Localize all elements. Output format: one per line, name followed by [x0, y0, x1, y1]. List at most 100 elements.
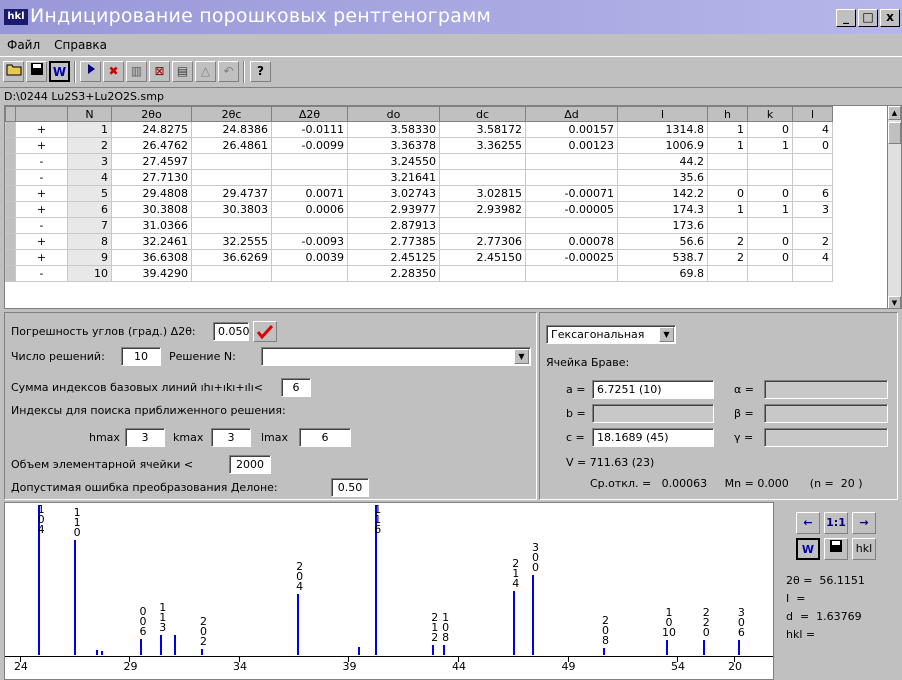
- row-header[interactable]: [5, 265, 16, 282]
- menu-file[interactable]: Файл: [0, 38, 47, 52]
- cell-h[interactable]: [707, 153, 748, 170]
- cell-l[interactable]: [792, 153, 833, 170]
- col-header-intensity[interactable]: I: [617, 106, 708, 122]
- peak-line[interactable]: [159, 635, 162, 655]
- cell-sign[interactable]: +: [15, 185, 68, 202]
- cell-l[interactable]: [792, 265, 833, 282]
- error-input[interactable]: 0.050: [213, 322, 250, 341]
- cell-n[interactable]: 8: [67, 233, 112, 250]
- row-header[interactable]: [5, 153, 16, 170]
- save-disk-icon[interactable]: [26, 61, 47, 82]
- col-header-k[interactable]: k: [747, 106, 793, 122]
- cell-l[interactable]: 2: [792, 233, 833, 250]
- cell-d-calc[interactable]: [439, 265, 526, 282]
- word-export-icon[interactable]: W: [49, 61, 70, 82]
- menu-help[interactable]: Справка: [47, 38, 114, 52]
- row-header[interactable]: [5, 137, 16, 154]
- close-button[interactable]: x: [880, 9, 900, 27]
- cell-d-calc[interactable]: 2.77306: [439, 233, 526, 250]
- cell-d-obs[interactable]: 3.36378: [347, 137, 440, 154]
- cell-delta-two-theta[interactable]: -0.0099: [271, 137, 348, 154]
- cell-l[interactable]: 0: [792, 137, 833, 154]
- cell-delta-two-theta[interactable]: [271, 169, 348, 186]
- cell-delta-two-theta[interactable]: 0.0006: [271, 201, 348, 218]
- table-row[interactable]: -7 31.0366 2.87913 173.6: [5, 217, 833, 234]
- table-row[interactable]: -3 27.4597 3.24550 44.2: [5, 153, 833, 170]
- reflections-table[interactable]: N 2θo 2θc Δ2θ do dc Δd Ih k l +1 24.8275 24.8386 -0.…: [4, 105, 902, 309]
- col-header-h[interactable]: h: [707, 106, 748, 122]
- cell-delta-two-theta[interactable]: 0.0071: [271, 185, 348, 202]
- a-value[interactable]: 6.7251 (10): [592, 380, 714, 399]
- cell-d-calc[interactable]: [439, 153, 526, 170]
- cell-delta-two-theta[interactable]: [271, 153, 348, 170]
- cell-delta-d[interactable]: [525, 169, 618, 186]
- cell-delta-d[interactable]: [525, 153, 618, 170]
- cell-d-obs[interactable]: 2.77385: [347, 233, 440, 250]
- col-header-two-theta-obs[interactable]: 2θo: [111, 106, 192, 122]
- solutions-count-input[interactable]: 10: [121, 347, 161, 366]
- cell-sign[interactable]: +: [15, 137, 68, 154]
- cell-l[interactable]: 6: [792, 185, 833, 202]
- cell-d-obs[interactable]: 2.45125: [347, 249, 440, 266]
- cell-intensity[interactable]: 56.6: [617, 233, 708, 250]
- volume-input[interactable]: 2000: [229, 455, 271, 474]
- cell-h[interactable]: [707, 169, 748, 186]
- peak-line[interactable]: [95, 649, 98, 655]
- cell-delta-d[interactable]: -0.00071: [525, 185, 618, 202]
- arrow-left-icon[interactable]: ←: [796, 512, 820, 534]
- cell-h[interactable]: [707, 265, 748, 282]
- cell-k[interactable]: 1: [747, 137, 793, 154]
- peak-line[interactable]: [296, 593, 299, 655]
- table-row[interactable]: -4 27.7130 3.21641 35.6: [5, 169, 833, 186]
- peak-line[interactable]: [431, 644, 434, 655]
- cell-h[interactable]: 2: [707, 249, 748, 266]
- hmax-input[interactable]: 3: [125, 428, 165, 447]
- col-header-d-obs[interactable]: do: [347, 106, 440, 122]
- cell-delta-two-theta[interactable]: -0.0093: [271, 233, 348, 250]
- cell-delta-d[interactable]: [525, 217, 618, 234]
- peak-line[interactable]: [357, 647, 360, 655]
- cell-intensity[interactable]: 69.8: [617, 265, 708, 282]
- cell-k[interactable]: [747, 265, 793, 282]
- row-header[interactable]: [5, 169, 16, 186]
- lmax-input[interactable]: 6: [299, 428, 351, 447]
- row-header[interactable]: [5, 201, 16, 218]
- cell-two-theta-calc[interactable]: 36.6269: [191, 249, 272, 266]
- cell-d-obs[interactable]: 3.02743: [347, 185, 440, 202]
- run-icon[interactable]: [80, 61, 101, 82]
- cell-delta-d[interactable]: 0.00157: [525, 121, 618, 138]
- cell-sign[interactable]: -: [15, 217, 68, 234]
- cell-sign[interactable]: +: [15, 201, 68, 218]
- scroll-up-icon[interactable]: ▲: [888, 106, 901, 120]
- triangle-icon[interactable]: △: [195, 61, 216, 82]
- minimize-button[interactable]: _: [836, 9, 856, 27]
- title-bar[interactable]: hkl Индицирование порошковых рентгеногра…: [0, 0, 902, 34]
- cell-l[interactable]: 3: [792, 201, 833, 218]
- cell-two-theta-obs[interactable]: 27.4597: [111, 153, 192, 170]
- peak-line[interactable]: [512, 591, 515, 655]
- col-header-d-calc[interactable]: dc: [439, 106, 526, 122]
- table-row[interactable]: +8 32.2461 32.2555 -0.0093 2.77385 2.77306 0.0…: [5, 233, 833, 250]
- cell-two-theta-calc[interactable]: 30.3803: [191, 201, 272, 218]
- cell-delta-d[interactable]: -0.00025: [525, 249, 618, 266]
- cell-two-theta-obs[interactable]: 39.4290: [111, 265, 192, 282]
- cell-delta-d[interactable]: -0.00005: [525, 201, 618, 218]
- cell-delta-two-theta[interactable]: 0.0039: [271, 249, 348, 266]
- row-header[interactable]: [5, 185, 16, 202]
- cell-h[interactable]: 1: [707, 121, 748, 138]
- cell-sign[interactable]: +: [15, 233, 68, 250]
- chevron-down-icon[interactable]: ▼: [659, 327, 674, 342]
- table-icon[interactable]: ▥: [126, 61, 147, 82]
- cell-two-theta-obs[interactable]: 30.3808: [111, 201, 192, 218]
- cell-two-theta-calc[interactable]: 32.2555: [191, 233, 272, 250]
- c-value[interactable]: 18.1689 (45): [592, 428, 714, 447]
- cell-n[interactable]: 2: [67, 137, 112, 154]
- peak-line[interactable]: [74, 540, 77, 655]
- cell-intensity[interactable]: 1006.9: [617, 137, 708, 154]
- cell-k[interactable]: 0: [747, 121, 793, 138]
- cell-delta-d[interactable]: 0.00123: [525, 137, 618, 154]
- diffractogram-plot[interactable]: 1 0 4 1 1 0 0 0 6 1 1 3 2 0 2 2 0 4 1 1 6 2 1 2 1 0 8 2 1 4 3 0 0 2 0 8 1 0 10…: [4, 502, 774, 680]
- cell-k[interactable]: 0: [747, 233, 793, 250]
- cell-d-obs[interactable]: 3.58330: [347, 121, 440, 138]
- cell-n[interactable]: 4: [67, 169, 112, 186]
